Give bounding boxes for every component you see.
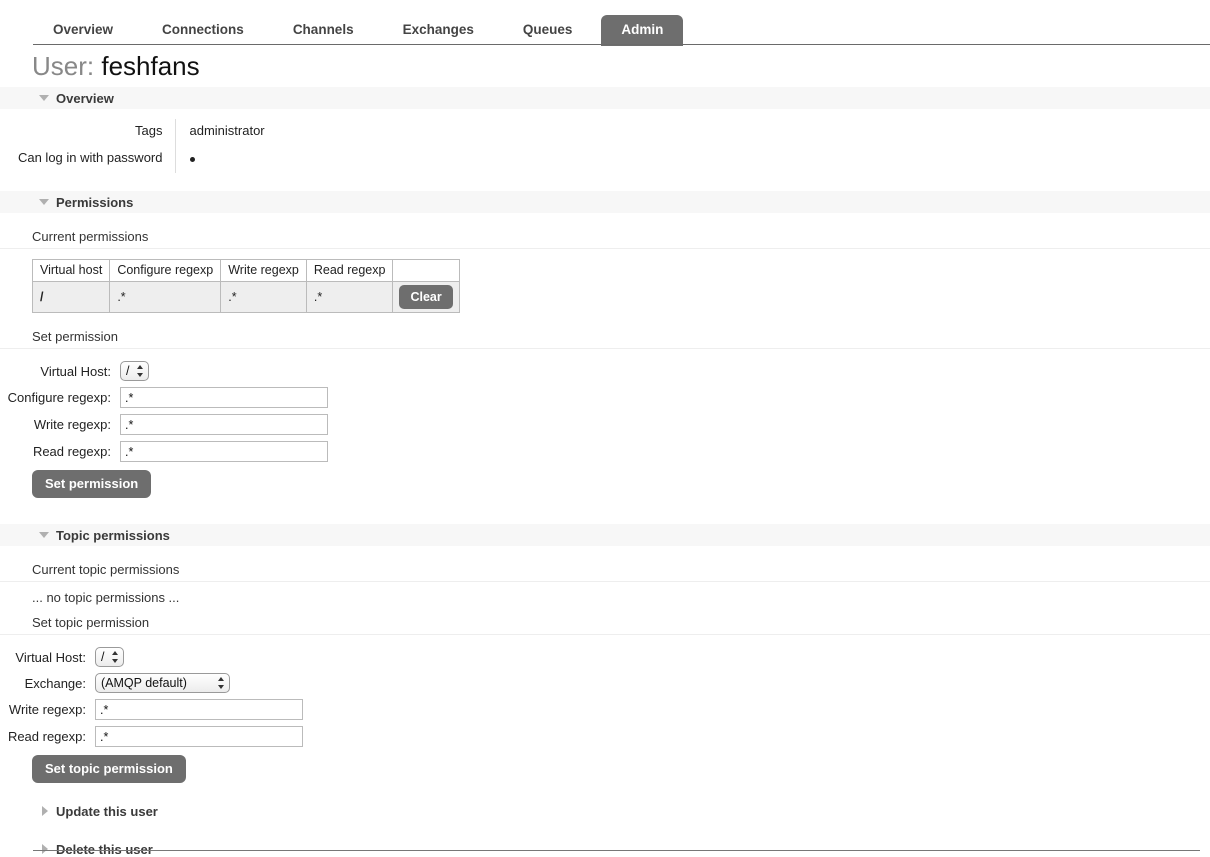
col-header-read-regexp: Read regexp bbox=[305, 259, 394, 282]
main-navigation-bar: Overview Connections Channels Exchanges … bbox=[0, 0, 1210, 46]
section-header-delete-user[interactable]: Delete this user bbox=[0, 839, 1210, 857]
set-permission-form: Virtual Host: / Configure regexp: Write … bbox=[0, 361, 1210, 498]
tab-queues[interactable]: Queues bbox=[503, 15, 593, 46]
set-topic-permission-form: Virtual Host: / Exchange: (AMQP default)… bbox=[0, 647, 1210, 783]
tab-connections[interactable]: Connections bbox=[142, 15, 264, 46]
topic-exchange-select[interactable]: (AMQP default) bbox=[95, 673, 230, 693]
chevron-right-icon bbox=[42, 806, 48, 816]
form-row-topic-virtual-host: Virtual Host: / bbox=[0, 647, 1210, 667]
chevron-down-icon bbox=[39, 95, 49, 101]
tab-overview[interactable]: Overview bbox=[33, 15, 133, 46]
virtual-host-select-wrapper: / bbox=[120, 361, 149, 381]
bullet-icon bbox=[189, 157, 195, 162]
section-header-permissions[interactable]: Permissions bbox=[0, 191, 1210, 213]
col-header-write-regexp: Write regexp bbox=[220, 259, 307, 282]
overview-password-value bbox=[175, 146, 265, 173]
section-header-overview[interactable]: Overview bbox=[0, 87, 1210, 109]
set-topic-permission-button-wrap: Set topic permission bbox=[0, 755, 1210, 783]
label-topic-write-regexp: Write regexp: bbox=[8, 702, 86, 717]
configure-regexp-input[interactable] bbox=[120, 387, 328, 408]
label-topic-virtual-host: Virtual Host: bbox=[15, 649, 86, 665]
label-write-regexp: Write regexp: bbox=[33, 417, 111, 432]
section-header-overview-label: Overview bbox=[56, 90, 114, 106]
overview-tags-value: administrator bbox=[189, 123, 265, 138]
form-row-topic-exchange: Exchange: (AMQP default) bbox=[0, 673, 1210, 693]
chevron-down-icon bbox=[39, 199, 49, 205]
clear-permission-button[interactable]: Clear bbox=[399, 285, 453, 309]
current-permissions-table: Virtual host Configure regexp Write rege… bbox=[31, 259, 460, 313]
set-permission-button[interactable]: Set permission bbox=[32, 470, 152, 498]
form-row-write-regexp: Write regexp: bbox=[0, 414, 1210, 435]
overview-password-label: Can log in with password bbox=[0, 146, 176, 173]
form-row-configure-regexp: Configure regexp: bbox=[0, 387, 1210, 408]
tab-channels[interactable]: Channels bbox=[273, 15, 374, 46]
no-topic-permissions-message: ... no topic permissions ... bbox=[32, 590, 180, 605]
form-row-virtual-host: Virtual Host: / bbox=[0, 361, 1210, 381]
write-regexp-input[interactable] bbox=[120, 414, 328, 435]
table-row: / .* .* .* Clear bbox=[31, 281, 460, 313]
chevron-right-icon bbox=[42, 844, 48, 854]
set-topic-permission-button[interactable]: Set topic permission bbox=[32, 755, 186, 783]
table-header-row: Virtual host Configure regexp Write rege… bbox=[31, 259, 460, 282]
virtual-host-select[interactable]: / bbox=[120, 361, 149, 381]
col-header-configure-regexp: Configure regexp bbox=[109, 259, 222, 282]
section-header-topic-permissions[interactable]: Topic permissions bbox=[0, 524, 1210, 546]
topic-virtual-host-select-wrapper: / bbox=[95, 647, 124, 667]
chevron-down-icon bbox=[39, 532, 49, 538]
table-row: Can log in with password bbox=[0, 146, 265, 173]
cell-configure-regexp: .* bbox=[109, 281, 222, 313]
col-header-virtual-host: Virtual host bbox=[31, 259, 111, 282]
current-topic-permissions-label: Current topic permissions bbox=[0, 556, 1210, 582]
label-read-regexp: Read regexp: bbox=[32, 444, 111, 459]
topic-virtual-host-select[interactable]: / bbox=[95, 647, 124, 667]
page-title-username: feshfans bbox=[101, 51, 200, 81]
tabbar-divider bbox=[33, 44, 1210, 45]
form-row-topic-write-regexp: Write regexp: bbox=[0, 699, 1210, 720]
tab-admin[interactable]: Admin bbox=[601, 15, 684, 46]
current-permissions-label: Current permissions bbox=[0, 223, 1210, 249]
label-topic-read-regexp: Read regexp: bbox=[7, 729, 86, 744]
form-row-topic-read-regexp: Read regexp: bbox=[0, 726, 1210, 747]
page-title: User: feshfans bbox=[32, 51, 1210, 81]
label-topic-exchange: Exchange: bbox=[24, 675, 86, 691]
topic-exchange-select-wrapper: (AMQP default) bbox=[95, 673, 230, 693]
topic-read-regexp-input[interactable] bbox=[95, 726, 303, 747]
topic-write-regexp-input[interactable] bbox=[95, 699, 303, 720]
label-configure-regexp: Configure regexp: bbox=[7, 390, 111, 405]
col-header-actions bbox=[392, 259, 460, 282]
set-permission-label: Set permission bbox=[0, 323, 1210, 349]
section-header-delete-user-label: Delete this user bbox=[56, 841, 153, 857]
table-row: Tags administrator bbox=[0, 119, 265, 146]
cell-virtual-host: / bbox=[31, 281, 111, 313]
cell-read-regexp: .* bbox=[305, 281, 394, 313]
set-topic-permission-label: Set topic permission bbox=[0, 609, 1210, 635]
section-header-update-user[interactable]: Update this user bbox=[0, 801, 1210, 821]
section-header-update-user-label: Update this user bbox=[56, 803, 158, 819]
page-bottom-divider bbox=[33, 850, 1200, 851]
form-row-read-regexp: Read regexp: bbox=[0, 441, 1210, 462]
cell-actions: Clear bbox=[392, 281, 460, 313]
overview-tags-label: Tags bbox=[0, 119, 176, 146]
section-header-topic-permissions-label: Topic permissions bbox=[56, 527, 170, 543]
page-title-label: User: bbox=[32, 51, 95, 81]
overview-details-table: Tags administrator Can log in with passw… bbox=[0, 119, 265, 173]
set-permission-button-wrap: Set permission bbox=[0, 470, 1210, 498]
section-header-permissions-label: Permissions bbox=[56, 194, 134, 210]
cell-write-regexp: .* bbox=[220, 281, 307, 313]
label-virtual-host: Virtual Host: bbox=[40, 363, 111, 379]
read-regexp-input[interactable] bbox=[120, 441, 328, 462]
tab-list: Overview Connections Channels Exchanges … bbox=[33, 0, 1210, 46]
tab-exchanges[interactable]: Exchanges bbox=[383, 15, 494, 46]
